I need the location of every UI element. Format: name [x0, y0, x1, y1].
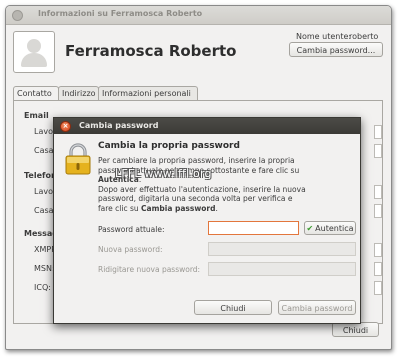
avatar-icon[interactable]: [13, 31, 55, 73]
change-password-dialog: × Cambia password Cambia la propria pass…: [53, 117, 361, 324]
window-close-button[interactable]: Chiudi: [332, 322, 379, 337]
tab-informazioni-personali[interactable]: Informazioni personali: [98, 86, 198, 101]
new-password-label: Nuova password:: [98, 245, 163, 254]
email-work-field[interactable]: [374, 125, 382, 139]
new-password-input[interactable]: [208, 242, 356, 256]
checkmark-icon: ✔: [306, 224, 314, 233]
dialog-title: Cambia password: [79, 121, 159, 130]
authenticate-label: Autentica: [315, 224, 354, 233]
username-label: Nome utente:: [296, 32, 352, 41]
window-titlebar: Informazioni su Ferramosca Roberto: [6, 6, 391, 25]
icq-field[interactable]: [374, 281, 382, 295]
msn-label: MSN:: [34, 264, 55, 273]
msn-field[interactable]: [374, 262, 382, 276]
current-password-label: Password attuale:: [98, 225, 165, 234]
close-icon[interactable]: ×: [60, 121, 71, 132]
tab-indirizzo[interactable]: Indirizzo: [58, 86, 99, 101]
user-full-name: Ferramosca Roberto: [65, 42, 237, 60]
phone-home-field[interactable]: [374, 204, 382, 218]
change-password-submit-button[interactable]: Cambia password: [278, 300, 356, 315]
avatar-torso: [21, 53, 47, 67]
current-password-input[interactable]: [208, 221, 299, 235]
dialog-description: Per cambiare la propria password, inseri…: [98, 156, 306, 213]
phone-work-field[interactable]: [374, 185, 382, 199]
avatar-head: [27, 39, 41, 53]
username-value: roberto: [349, 32, 379, 41]
icq-label: ICQ:: [34, 283, 51, 292]
authenticate-button[interactable]: ✔ Autentica: [304, 221, 356, 235]
window-title: Informazioni su Ferramosca Roberto: [38, 9, 203, 18]
dialog-close-button[interactable]: Chiudi: [194, 300, 272, 315]
lock-icon: [65, 143, 91, 175]
window-close-icon[interactable]: [12, 10, 23, 21]
dialog-heading: Cambia la propria password: [98, 141, 240, 151]
retype-password-label: Ridigitare nuova password:: [98, 265, 201, 274]
change-password-button[interactable]: Cambia password...: [289, 42, 383, 57]
section-email: Email: [24, 111, 49, 120]
dialog-titlebar: × Cambia password: [54, 118, 360, 134]
watermark-text: LFFL www.lffl.org: [115, 167, 212, 180]
xmpp-field[interactable]: [374, 243, 382, 257]
email-home-field[interactable]: [374, 144, 382, 158]
retype-password-input[interactable]: [208, 262, 356, 276]
